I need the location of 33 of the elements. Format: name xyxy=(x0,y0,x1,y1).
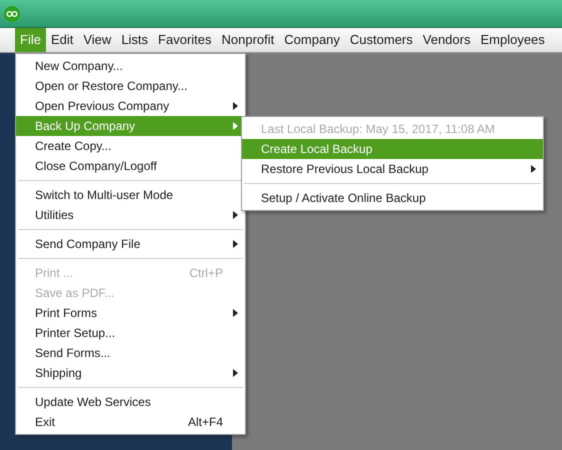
menu-bar-item[interactable]: Company xyxy=(279,28,345,52)
menu-item[interactable]: Setup / Activate Online Backup xyxy=(242,188,543,208)
app-logo-icon xyxy=(4,6,20,22)
menu-item[interactable]: Restore Previous Local Backup xyxy=(242,159,543,179)
menu-bar-item[interactable]: Customers xyxy=(344,28,418,52)
menu-item[interactable]: Send Company File xyxy=(16,234,245,254)
menu-bar-item[interactable]: Edit xyxy=(46,28,78,52)
submenu-arrow-icon xyxy=(233,240,238,248)
menu-item[interactable]: Printer Setup... xyxy=(16,323,245,343)
menu-item[interactable]: Open or Restore Company... xyxy=(16,76,245,96)
menu-bar-item[interactable]: Lists xyxy=(116,28,154,52)
menu-item[interactable]: Create Copy... xyxy=(16,136,245,156)
submenu-arrow-icon xyxy=(233,309,238,317)
menu-item[interactable]: Update Web Services xyxy=(16,392,245,412)
menu-bar-item[interactable]: Employees xyxy=(475,28,550,52)
submenu-arrow-icon xyxy=(233,102,238,110)
submenu-arrow-icon xyxy=(531,165,536,173)
menu-item[interactable]: Exit Alt+F4 xyxy=(16,412,245,432)
menu-bar-item[interactable]: Favorites xyxy=(153,28,217,52)
menu-bar-item[interactable]: View xyxy=(78,28,116,52)
menu-bar-item[interactable]: Vendors xyxy=(418,28,476,52)
menu-item[interactable]: Close Company/Logoff xyxy=(16,156,245,176)
menu-item[interactable]: Send Forms... xyxy=(16,343,245,363)
submenu-arrow-icon xyxy=(233,122,238,130)
menu-item[interactable]: Switch to Multi-user Mode xyxy=(16,185,245,205)
menu-bar-item[interactable]: Nonprofit xyxy=(216,28,280,52)
menu-item[interactable]: Utilities xyxy=(16,205,245,225)
menu-item[interactable]: Shipping xyxy=(16,363,245,383)
menu-item[interactable]: Open Previous Company xyxy=(16,96,245,116)
menu-item[interactable]: New Company... xyxy=(16,56,245,76)
menu-item[interactable]: Print Forms xyxy=(16,303,245,323)
submenu-arrow-icon xyxy=(233,211,238,219)
submenu-arrow-icon xyxy=(233,369,238,377)
